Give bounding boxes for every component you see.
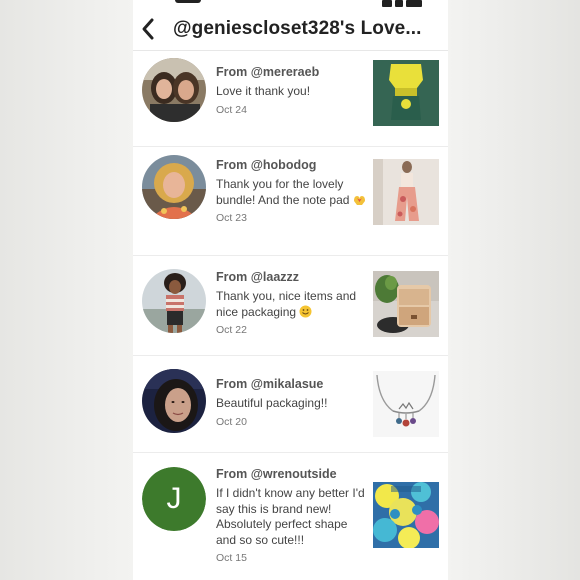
note-sender[interactable]: From @laazzz bbox=[216, 270, 366, 285]
note-sender[interactable]: From @mikalasue bbox=[216, 377, 366, 392]
top-header: @geniescloset328's Love... bbox=[133, 8, 448, 51]
avatar[interactable]: J bbox=[142, 467, 206, 531]
background-left bbox=[0, 0, 133, 580]
listing-thumbnail[interactable] bbox=[373, 482, 439, 548]
note-message: Beautiful packaging!! bbox=[216, 396, 328, 410]
page-title: @geniescloset328's Love... bbox=[173, 18, 422, 39]
status-bar bbox=[133, 0, 448, 8]
listing-thumbnail[interactable] bbox=[373, 60, 439, 126]
note-date: Oct 15 bbox=[216, 552, 247, 564]
listing-thumbnail[interactable] bbox=[373, 271, 439, 337]
note-message: Love it thank you! bbox=[216, 84, 311, 98]
avatar[interactable] bbox=[142, 155, 206, 219]
list-item[interactable]: J From @wrenoutside If I didn't know any… bbox=[133, 453, 448, 580]
note-message: Thank you for the lovely bundle! And the… bbox=[216, 177, 350, 207]
listing-thumbnail[interactable] bbox=[373, 371, 439, 437]
status-time bbox=[175, 0, 201, 3]
avatar-letter: J bbox=[166, 482, 182, 515]
note-date: Oct 22 bbox=[216, 324, 247, 336]
status-icons bbox=[382, 0, 426, 7]
letter-avatar: J bbox=[142, 467, 206, 531]
background-right bbox=[448, 0, 580, 580]
note-date: Oct 20 bbox=[216, 415, 247, 428]
list-item[interactable]: From @mereraeb Love it thank you! Oct 24 bbox=[133, 51, 448, 147]
avatar[interactable] bbox=[142, 58, 206, 122]
avatar[interactable] bbox=[142, 369, 206, 433]
note-date: Oct 24 bbox=[216, 103, 247, 116]
list-item[interactable]: From @mikalasue Beautiful packaging!! Oc… bbox=[133, 356, 448, 453]
back-button[interactable] bbox=[137, 16, 161, 42]
note-sender[interactable]: From @mereraeb bbox=[216, 65, 366, 80]
avatar[interactable] bbox=[142, 269, 206, 333]
note-date: Oct 23 bbox=[216, 212, 247, 224]
list-item[interactable]: From @laazzz Thank you, nice items and n… bbox=[133, 256, 448, 356]
note-sender[interactable]: From @wrenoutside bbox=[216, 467, 366, 482]
note-message: Thank you, nice items and nice packaging bbox=[216, 289, 357, 319]
love-notes-list: From @mereraeb Love it thank you! Oct 24 bbox=[133, 51, 448, 580]
smiling-face-emoji-icon bbox=[299, 305, 312, 318]
listing-thumbnail[interactable] bbox=[373, 159, 439, 225]
heart-hands-emoji-icon bbox=[353, 193, 366, 206]
note-message: If I didn't know any better I'd say this… bbox=[216, 486, 365, 547]
note-sender[interactable]: From @hobodog bbox=[216, 158, 366, 173]
phone-screen: @geniescloset328's Love... From @mererae… bbox=[133, 0, 448, 580]
chevron-left-icon bbox=[142, 18, 154, 40]
list-item[interactable]: From @hobodog Thank you for the lovely b… bbox=[133, 147, 448, 256]
